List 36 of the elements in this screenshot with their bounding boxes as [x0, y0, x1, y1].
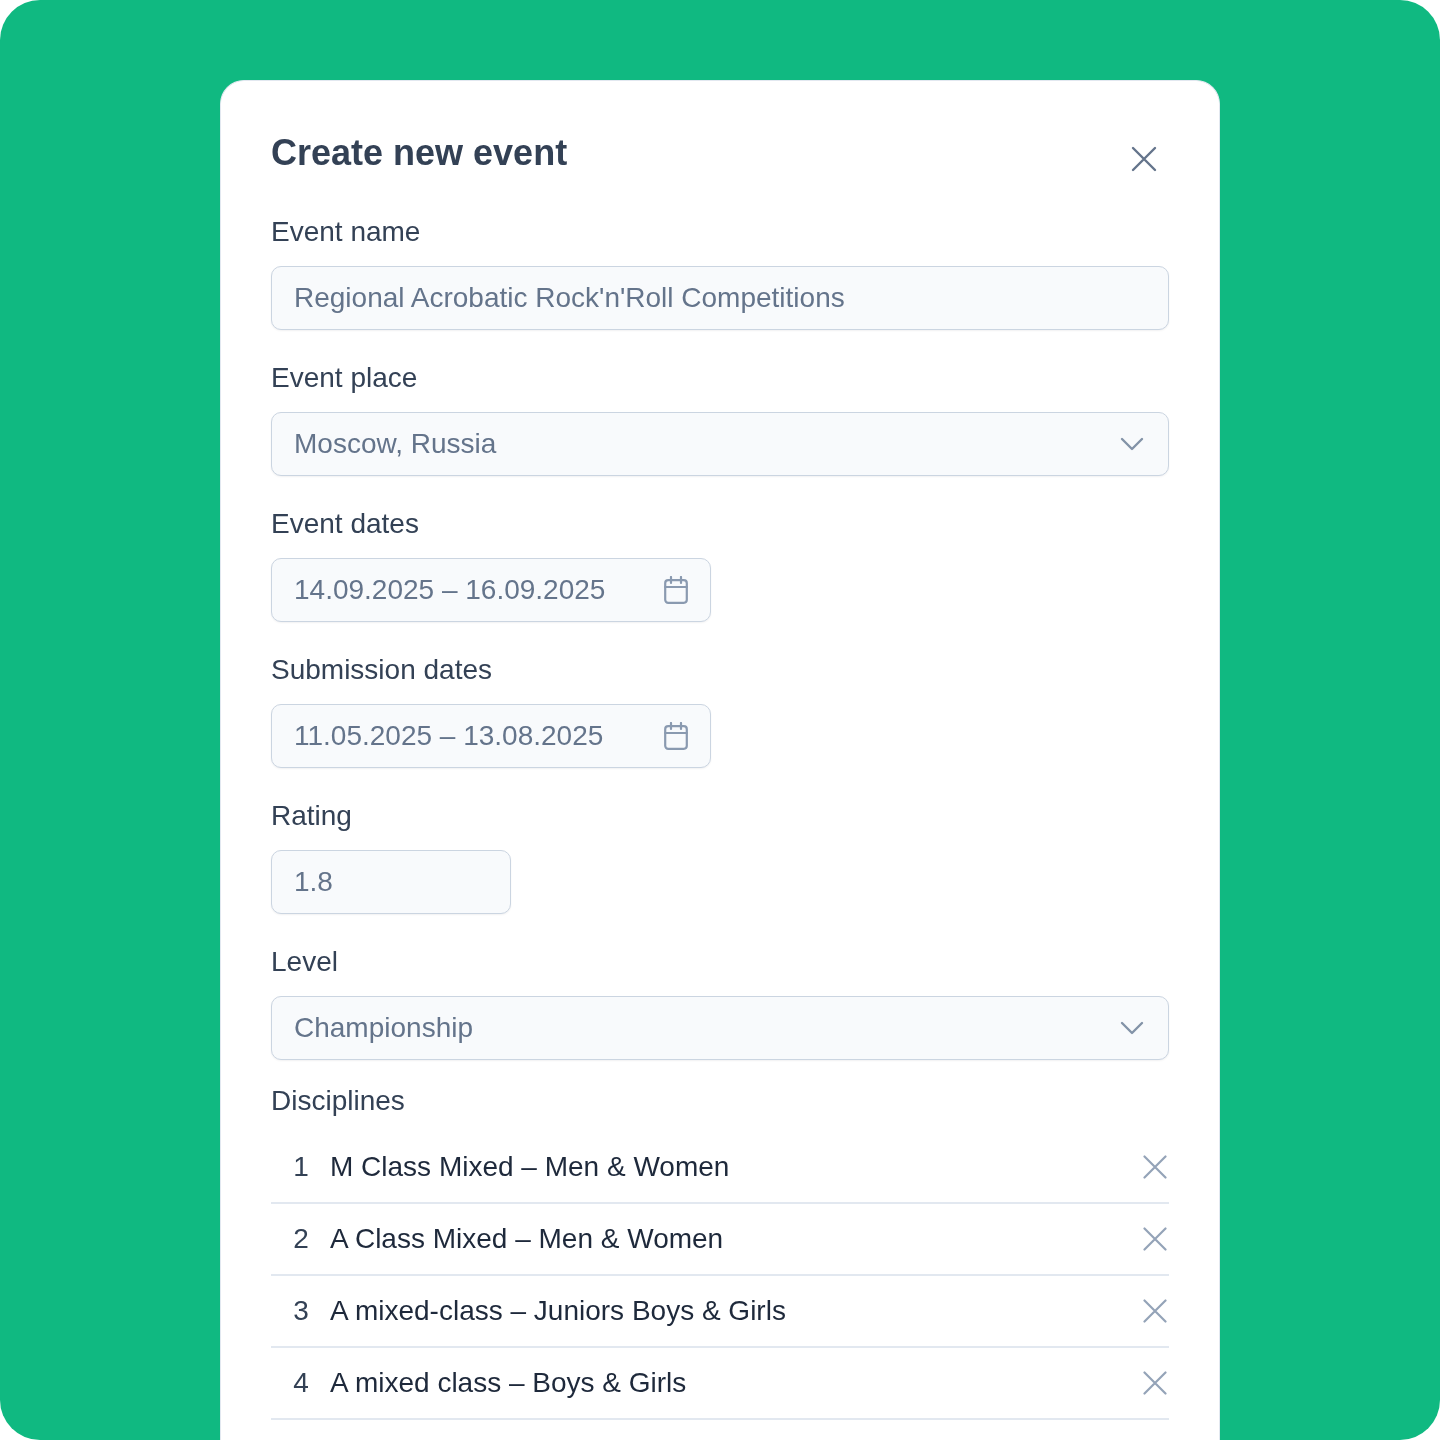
close-button[interactable] [1131, 146, 1157, 172]
close-icon [1143, 1227, 1167, 1251]
field-label: Event place [271, 361, 419, 395]
chevron-down-icon [1120, 1021, 1144, 1035]
remove-button[interactable] [1141, 1369, 1169, 1397]
discipline-name: M Class Mixed – Men & Women [330, 1150, 731, 1184]
number-field[interactable]: 1.8 [271, 850, 511, 914]
close-icon [1143, 1299, 1167, 1323]
date-range-field[interactable]: 11.05.2025 – 13.08.2025 [271, 704, 711, 768]
discipline-name: A mixed class – Boys & Girls [330, 1366, 688, 1400]
field-label: Event name [271, 215, 422, 249]
remove-button[interactable] [1141, 1297, 1169, 1325]
calendar-icon [664, 576, 688, 604]
discipline-name: A Class Mixed – Men & Women [330, 1222, 725, 1256]
field-label: Rating [271, 799, 353, 833]
field-label: Submission dates [271, 653, 493, 687]
field-label: Disciplines [271, 1084, 406, 1118]
calendar-icon [664, 722, 688, 750]
dialog-title: Create new event [271, 133, 568, 173]
dropdown[interactable]: Moscow, Russia [271, 412, 1169, 476]
remove-button[interactable] [1141, 1153, 1169, 1181]
close-icon [1143, 1371, 1167, 1395]
remove-button[interactable] [1141, 1225, 1169, 1253]
field-label: Level [271, 945, 339, 979]
row-number: 3 [292, 1294, 310, 1328]
field-label: Event dates [271, 507, 420, 541]
row-number: 1 [292, 1150, 310, 1184]
row-number: 4 [292, 1366, 310, 1400]
date-range-field[interactable]: 14.09.2025 – 16.09.2025 [271, 558, 711, 622]
text-field[interactable]: Regional Acrobatic Rock'n'Roll Competitions [271, 266, 1169, 330]
dropdown[interactable]: Championship [271, 996, 1169, 1060]
close-icon [1131, 146, 1157, 172]
close-icon [1143, 1155, 1167, 1179]
chevron-down-icon [1120, 437, 1144, 451]
row-number: 2 [292, 1222, 310, 1256]
discipline-name: A mixed-class – Juniors Boys & Girls [330, 1294, 787, 1328]
